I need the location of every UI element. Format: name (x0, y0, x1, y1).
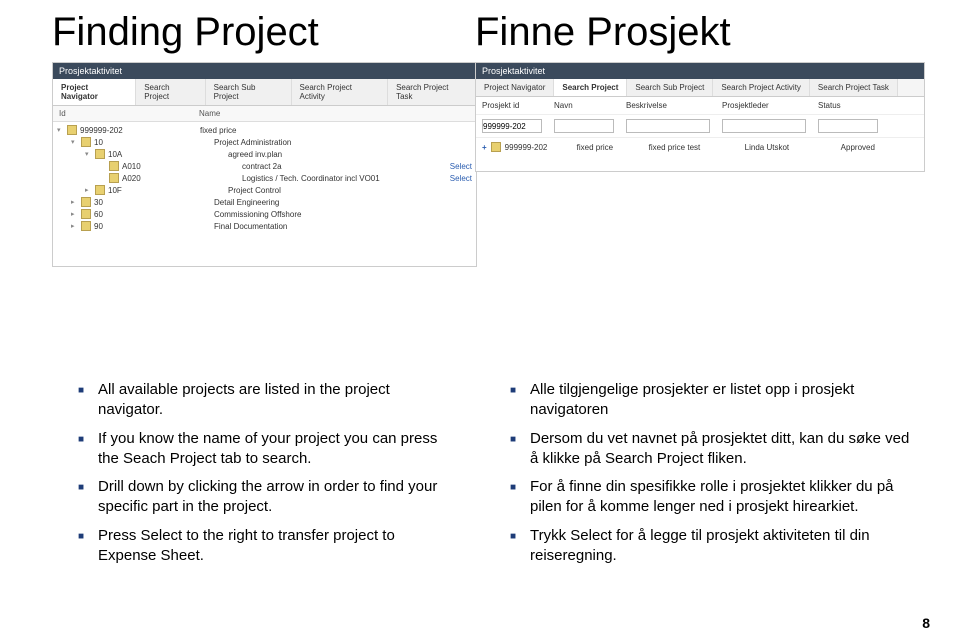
app-title-left: Prosjektaktivitet (53, 63, 476, 79)
tab-project-navigator[interactable]: Project Navigator (53, 79, 136, 105)
bullet-item: All available projects are listed in the… (78, 380, 448, 421)
heading-left: Finding Project (52, 10, 319, 55)
tree-name: Final Documentation (214, 222, 472, 231)
folder-icon (81, 221, 91, 231)
bullet-item: If you know the name of your project you… (78, 429, 448, 470)
bullet-item: Alle tilgjengelige prosjekter er listet … (510, 380, 910, 421)
folder-icon (109, 161, 119, 171)
tree-row[interactable]: ▸ 30Detail Engineering (57, 196, 472, 208)
tree-name: contract 2a (242, 162, 450, 171)
page-number: 8 (922, 615, 930, 631)
bullets-left: All available projects are listed in the… (78, 380, 448, 574)
col-projid: Prosjekt id (476, 97, 548, 114)
chevron-icon[interactable]: ▸ (85, 186, 95, 194)
chevron-icon[interactable]: ▸ (71, 222, 81, 230)
tree-id: A010 (122, 162, 242, 171)
folder-icon (95, 149, 105, 159)
tabbar-left: Project NavigatorSearch ProjectSearch Su… (53, 79, 476, 106)
col-name: Name (193, 106, 436, 121)
folder-icon (81, 209, 91, 219)
col-id: Id (53, 106, 193, 121)
expand-icon[interactable]: + (482, 143, 487, 152)
result-id: 999999-202 (505, 143, 577, 152)
screenshot-right: Prosjektaktivitet Project NavigatorSearc… (475, 62, 925, 172)
heading-right: Finne Prosjekt (475, 10, 731, 55)
tree-name: Project Control (228, 186, 472, 195)
bullets-right: Alle tilgjengelige prosjekter er listet … (510, 380, 910, 574)
tree-id: 30 (94, 198, 214, 207)
folder-icon (109, 173, 119, 183)
tree-id: 10 (94, 138, 214, 147)
chevron-icon[interactable]: ▾ (71, 138, 81, 146)
desc-input[interactable] (626, 119, 710, 133)
bullet-item: For å finne din spesifikke rolle i prosj… (510, 477, 910, 518)
result-name: fixed price (577, 143, 649, 152)
folder-icon (67, 125, 77, 135)
search-header-row: Prosjekt id Navn Beskrivelse Prosjektled… (476, 97, 924, 115)
bullet-item: Drill down by clicking the arrow in orde… (78, 477, 448, 518)
col-desc: Beskrivelse (620, 97, 716, 114)
chevron-icon[interactable]: ▸ (71, 210, 81, 218)
tree-name: fixed price (200, 126, 472, 135)
tab-search-project[interactable]: Search Project (554, 79, 627, 96)
tab-search-sub-project[interactable]: Search Sub Project (206, 79, 292, 105)
tree-id: 10F (108, 186, 228, 195)
result-leader: Linda Utskot (745, 143, 841, 152)
tree-name: Logistics / Tech. Coordinator incl VO01 (242, 174, 450, 183)
tree-id: 999999-202 (80, 126, 200, 135)
bullet-item: Trykk Select for å legge til prosjekt ak… (510, 526, 910, 567)
col-navn: Navn (548, 97, 620, 114)
select-link[interactable]: Select (450, 174, 472, 183)
tree-row[interactable]: A010contract 2aSelect (57, 160, 472, 172)
project-tree: ▾ 999999-202fixed price ▾ 10Project Adminis… (53, 122, 476, 234)
chevron-icon[interactable]: ▾ (57, 126, 67, 134)
bullet-item: Press Select to the right to transfer pr… (78, 526, 448, 567)
result-desc: fixed price test (649, 143, 745, 152)
tree-id: A020 (122, 174, 242, 183)
tree-name: Project Administration (214, 138, 472, 147)
chevron-icon[interactable]: ▾ (85, 150, 95, 158)
tree-id: 90 (94, 222, 214, 231)
col-leader: Prosjektleder (716, 97, 812, 114)
tree-id: 10A (108, 150, 228, 159)
tree-id: 60 (94, 210, 214, 219)
folder-icon (491, 142, 501, 152)
tree-row[interactable]: ▸ 60Commissioning Offshore (57, 208, 472, 220)
tab-search-sub-project[interactable]: Search Sub Project (627, 79, 713, 96)
screenshot-left: Prosjektaktivitet Project NavigatorSearc… (52, 62, 477, 267)
tree-row[interactable]: ▾ 999999-202fixed price (57, 124, 472, 136)
tree-name: agreed inv.plan (228, 150, 472, 159)
tree-row[interactable]: A020Logistics / Tech. Coordinator incl V… (57, 172, 472, 184)
tree-name: Detail Engineering (214, 198, 472, 207)
col-status: Status (812, 97, 884, 114)
tree-name: Commissioning Offshore (214, 210, 472, 219)
tab-search-project[interactable]: Search Project (136, 79, 205, 105)
bullet-item: Dersom du vet navnet på prosjektet ditt,… (510, 429, 910, 470)
tabbar-right: Project NavigatorSearch ProjectSearch Su… (476, 79, 924, 97)
chevron-icon[interactable]: ▸ (71, 198, 81, 206)
tab-search-project-task[interactable]: Search Project Task (810, 79, 898, 96)
app-title-right: Prosjektaktivitet (476, 63, 924, 79)
tree-row[interactable]: ▾ 10Project Administration (57, 136, 472, 148)
tab-search-project-activity[interactable]: Search Project Activity (713, 79, 810, 96)
folder-icon (95, 185, 105, 195)
tree-row[interactable]: ▾ 10Aagreed inv.plan (57, 148, 472, 160)
tree-row[interactable]: ▸ 90Final Documentation (57, 220, 472, 232)
tab-project-navigator[interactable]: Project Navigator (476, 79, 554, 96)
search-input-row (476, 115, 924, 138)
tab-search-project-task[interactable]: Search Project Task (388, 79, 476, 105)
search-result-row[interactable]: + 999999-202 fixed price fixed price tes… (476, 138, 924, 156)
name-input[interactable] (554, 119, 614, 133)
tree-row[interactable]: ▸ 10FProject Control (57, 184, 472, 196)
tab-search-project-activity[interactable]: Search Project Activity (292, 79, 389, 105)
tree-header: Id Name (53, 106, 476, 122)
status-input[interactable] (818, 119, 878, 133)
folder-icon (81, 137, 91, 147)
result-status: Approved (841, 143, 913, 152)
folder-icon (81, 197, 91, 207)
leader-input[interactable] (722, 119, 806, 133)
select-link[interactable]: Select (450, 162, 472, 171)
search-input[interactable] (482, 119, 542, 133)
